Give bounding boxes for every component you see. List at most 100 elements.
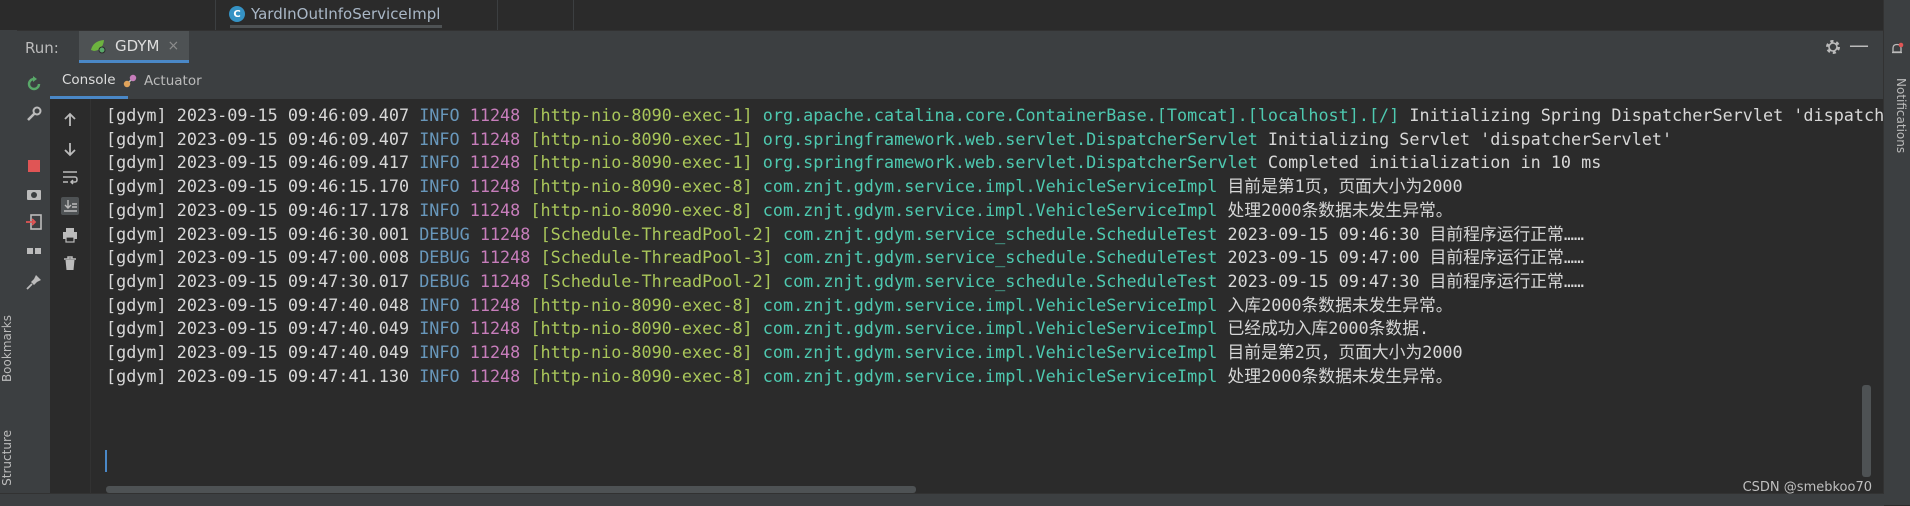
log-thread: [http-nio-8090-exec-8] <box>530 342 753 362</box>
log-level: INFO <box>419 152 460 173</box>
run-panel-header: Run: GDYM × — <box>17 31 1883 64</box>
log-logger: com.znjt.gdym.service.impl.VehicleServic… <box>762 199 1218 220</box>
arrow-down-icon[interactable] <box>61 140 79 158</box>
log-pid: 11248 <box>469 176 521 197</box>
console-output[interactable]: [gdym] 2023-09-15 09:46:09.407 INFO 1124… <box>91 99 1883 484</box>
editor-tab-label: YardInOutInfoServiceImpl <box>251 5 441 23</box>
gear-icon[interactable] <box>1823 37 1843 57</box>
tab-actuator[interactable]: Actuator <box>110 63 214 99</box>
log-thread: [http-nio-8090-exec-8] <box>530 365 753 386</box>
log-message: 目前是第1页，页面大小为2000 <box>1217 176 1463 197</box>
log-pid: 11248 <box>469 199 521 220</box>
print-icon[interactable] <box>61 226 79 244</box>
log-prefix: [gdym] 2023-09-15 09:46:15.170 <box>106 176 420 197</box>
log-level: DEBUG <box>419 270 470 291</box>
log-pid: 11248 <box>469 152 521 173</box>
log-pid: 11248 <box>469 365 521 386</box>
log-thread: [http-nio-8090-exec-1] <box>530 105 753 125</box>
horizontal-scrollbar[interactable] <box>91 484 1883 493</box>
log-thread: [Schedule-ThreadPool-2] <box>540 270 773 291</box>
log-logger: com.znjt.gdym.service.impl.VehicleServic… <box>762 342 1218 362</box>
log-level: INFO <box>419 105 460 125</box>
rerun-icon[interactable] <box>25 75 43 93</box>
log-level: INFO <box>419 199 460 220</box>
vertical-scrollbar[interactable] <box>1862 385 1871 477</box>
wrench-icon[interactable] <box>25 105 43 123</box>
log-prefix: [gdym] 2023-09-15 09:46:17.178 <box>106 199 420 220</box>
arrow-up-icon[interactable] <box>61 111 79 129</box>
log-pid: 11248 <box>469 318 521 339</box>
scroll-to-end-icon[interactable] <box>61 197 79 215</box>
log-line: [gdym] 2023-09-15 09:47:41.130 INFO 1124… <box>106 362 1453 391</box>
editor-tab-strip: C YardInOutInfoServiceImpl <box>0 0 1910 31</box>
log-prefix: [gdym] 2023-09-15 09:46:09.407 <box>106 128 420 149</box>
text-cursor <box>105 450 107 472</box>
hide-panel-button[interactable]: — <box>1849 35 1869 55</box>
log-message: 2023-09-15 09:47:30 目前程序运行正常…… <box>1217 270 1585 291</box>
log-pid: 11248 <box>479 247 531 268</box>
bottom-status-bar <box>0 493 1884 506</box>
run-label: Run: <box>25 39 59 57</box>
run-subtabs: Console Actuator <box>50 63 1883 100</box>
structure-tool-tab[interactable]: Structure <box>0 430 14 486</box>
log-message: Initializing Servlet 'dispatcherServlet' <box>1257 128 1673 149</box>
log-level: INFO <box>419 365 460 386</box>
camera-icon[interactable] <box>25 185 43 203</box>
pin-icon[interactable] <box>25 273 43 291</box>
log-logger: org.springframework.web.servlet.Dispatch… <box>762 152 1258 173</box>
console-toolbar <box>50 99 91 493</box>
log-thread: [http-nio-8090-exec-1] <box>530 128 753 149</box>
log-thread: [Schedule-ThreadPool-3] <box>540 247 773 268</box>
editor-tab-underline <box>230 25 442 28</box>
tab-console-label: Console <box>62 71 116 88</box>
log-prefix: [gdym] 2023-09-15 09:47:30.017 <box>106 270 420 291</box>
log-prefix: [gdym] 2023-09-15 09:47:40.049 <box>106 342 420 362</box>
right-tool-strip: Notifications <box>1883 0 1910 505</box>
log-logger: org.apache.catalina.core.ContainerBase.[… <box>762 105 1400 125</box>
log-logger: com.znjt.gdym.service.impl.VehicleServic… <box>762 365 1218 386</box>
notification-bell-icon[interactable] <box>1890 42 1904 56</box>
log-level: INFO <box>419 176 460 197</box>
log-prefix: [gdym] 2023-09-15 09:47:00.008 <box>106 247 420 268</box>
log-thread: [http-nio-8090-exec-1] <box>530 152 753 173</box>
class-icon: C <box>229 6 245 22</box>
log-pid: 11248 <box>469 105 521 125</box>
log-message: 入库2000条数据未发生异常。 <box>1217 294 1453 315</box>
log-level: INFO <box>419 294 460 315</box>
log-thread: [http-nio-8090-exec-8] <box>530 294 753 315</box>
layout-icon[interactable] <box>25 243 43 261</box>
horizontal-scrollbar-thumb[interactable] <box>106 486 916 493</box>
log-level: INFO <box>419 342 460 362</box>
log-prefix: [gdym] 2023-09-15 09:46:30.001 <box>106 223 420 244</box>
run-toolbar <box>17 63 51 493</box>
soft-wrap-icon[interactable] <box>61 168 79 186</box>
editor-tab[interactable]: C YardInOutInfoServiceImpl <box>215 0 448 28</box>
stop-icon[interactable] <box>25 157 43 175</box>
watermark: CSDN @smebkoo70 <box>1742 480 1872 495</box>
log-message: Completed initialization in 10 ms <box>1257 152 1602 173</box>
run-config-tab[interactable]: GDYM × <box>79 31 190 63</box>
log-pid: 11248 <box>479 270 531 291</box>
bookmarks-tool-tab[interactable]: Bookmarks <box>0 315 14 382</box>
log-message: 处理2000条数据未发生异常。 <box>1217 199 1453 220</box>
notifications-tool-tab[interactable]: Notifications <box>1894 78 1908 153</box>
exit-icon[interactable] <box>25 213 43 231</box>
log-thread: [http-nio-8090-exec-8] <box>530 318 753 339</box>
log-pid: 11248 <box>469 342 521 362</box>
log-level: INFO <box>419 318 460 339</box>
log-message: 2023-09-15 09:47:00 目前程序运行正常…… <box>1217 247 1585 268</box>
log-logger: org.springframework.web.servlet.Dispatch… <box>762 128 1258 149</box>
log-thread: [http-nio-8090-exec-8] <box>530 199 753 220</box>
log-prefix: [gdym] 2023-09-15 09:47:40.049 <box>106 318 420 339</box>
log-logger: com.znjt.gdym.service_schedule.ScheduleT… <box>782 223 1218 244</box>
divider <box>573 0 574 30</box>
tab-actuator-label: Actuator <box>144 73 202 89</box>
log-logger: com.znjt.gdym.service_schedule.ScheduleT… <box>782 247 1218 268</box>
close-icon[interactable]: × <box>167 38 179 54</box>
log-pid: 11248 <box>469 128 521 149</box>
log-message: 处理2000条数据未发生异常。 <box>1217 365 1453 386</box>
log-level: DEBUG <box>419 223 470 244</box>
trash-icon[interactable] <box>61 254 79 272</box>
log-logger: com.znjt.gdym.service_schedule.ScheduleT… <box>782 270 1218 291</box>
log-logger: com.znjt.gdym.service.impl.VehicleServic… <box>762 176 1218 197</box>
